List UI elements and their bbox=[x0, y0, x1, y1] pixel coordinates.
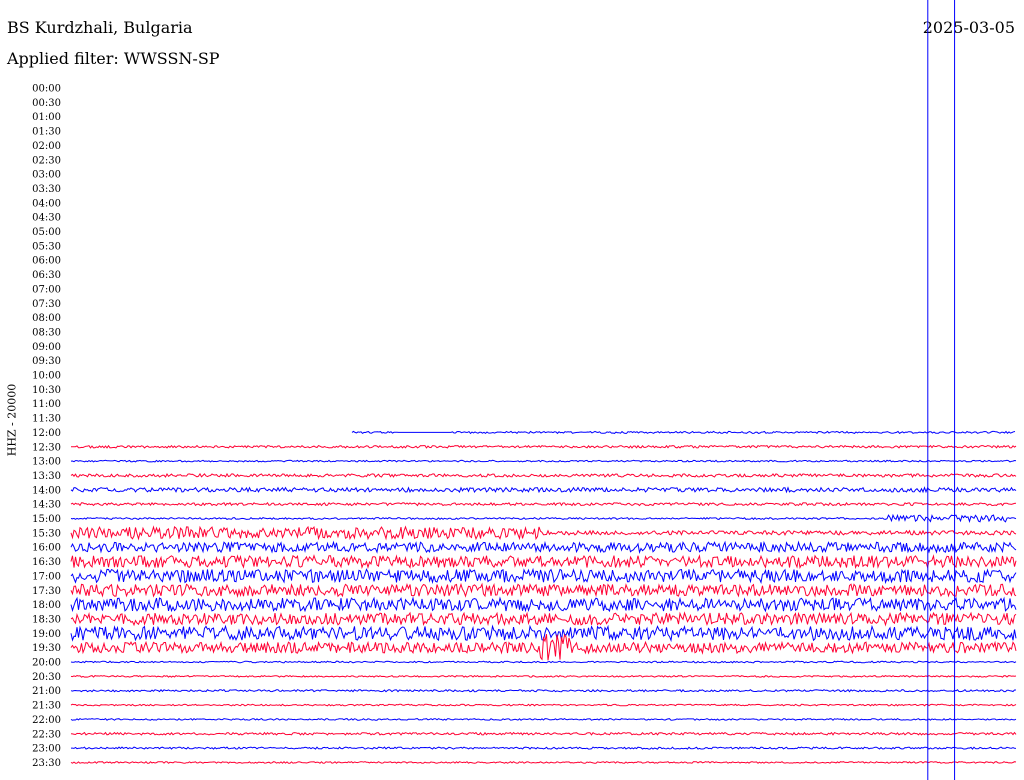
row-label: 12:00 bbox=[32, 428, 61, 439]
row-label: 06:00 bbox=[32, 256, 61, 267]
trace-18:00 bbox=[70, 596, 1017, 613]
row-label: 20:00 bbox=[32, 658, 61, 669]
row-label: 11:00 bbox=[32, 399, 61, 410]
row-label: 23:00 bbox=[32, 744, 61, 755]
trace-17:30 bbox=[70, 582, 1017, 598]
row-label: 07:30 bbox=[32, 299, 61, 310]
trace-14:30 bbox=[70, 501, 1017, 507]
row-label: 05:00 bbox=[32, 227, 61, 238]
trace-20:30 bbox=[70, 674, 1017, 678]
row-label: 10:30 bbox=[32, 385, 61, 396]
row-label: 23:30 bbox=[32, 758, 61, 769]
seismogram-plot: 00:00 00:30 01:00 01:30 02:00 02:30 03:00 03:30… bbox=[32, 0, 1017, 780]
trace-23:00 bbox=[71, 746, 1017, 750]
trace-13:30 bbox=[70, 472, 1017, 479]
row-label: 15:00 bbox=[32, 514, 61, 525]
row-label: 06:30 bbox=[32, 270, 61, 281]
trace-12:30 bbox=[71, 444, 1017, 449]
trace-18:30 bbox=[70, 611, 1017, 627]
row-label: 19:00 bbox=[32, 629, 61, 640]
trace-21:30 bbox=[70, 703, 1017, 707]
row-label: 20:30 bbox=[32, 672, 61, 683]
trace-13:00 bbox=[70, 459, 1017, 463]
row-labels: 00:00 00:30 01:00 01:30 02:00 02:30 03:00 03:30… bbox=[32, 84, 61, 769]
trace-22:30 bbox=[70, 731, 1017, 736]
row-label: 09:00 bbox=[32, 342, 61, 353]
row-label: 04:00 bbox=[32, 198, 61, 209]
row-label: 00:30 bbox=[32, 98, 61, 109]
row-label: 08:30 bbox=[32, 327, 61, 338]
row-label: 16:00 bbox=[32, 543, 61, 554]
row-label: 22:00 bbox=[32, 715, 61, 726]
trace-15:00 bbox=[70, 513, 1017, 524]
row-label: 07:00 bbox=[32, 284, 61, 295]
row-label: 14:30 bbox=[32, 500, 61, 511]
row-label: 01:00 bbox=[32, 112, 61, 123]
row-label: 13:30 bbox=[32, 471, 61, 482]
row-label: 04:30 bbox=[32, 213, 61, 224]
row-label: 09:30 bbox=[32, 356, 61, 367]
row-label: 11:30 bbox=[32, 414, 61, 425]
row-label: 02:30 bbox=[32, 155, 61, 166]
row-label: 12:30 bbox=[32, 442, 61, 453]
row-label: 17:00 bbox=[32, 571, 61, 582]
row-label: 03:30 bbox=[32, 184, 61, 195]
row-label: 21:00 bbox=[32, 686, 61, 697]
row-label: 18:00 bbox=[32, 600, 61, 611]
trace-22:00 bbox=[70, 717, 1017, 721]
trace-12:00 bbox=[351, 430, 1016, 435]
row-label: 08:00 bbox=[32, 313, 61, 324]
row-label: 13:00 bbox=[32, 457, 61, 468]
row-label: 14:00 bbox=[32, 485, 61, 496]
row-label: 15:30 bbox=[32, 528, 61, 539]
trace-14:00 bbox=[70, 486, 1017, 494]
row-label: 02:00 bbox=[32, 141, 61, 152]
trace-19:30 bbox=[70, 633, 1017, 661]
row-label: 18:30 bbox=[32, 614, 61, 625]
row-label: 17:30 bbox=[32, 586, 61, 597]
row-label: 19:30 bbox=[32, 643, 61, 654]
row-label: 00:00 bbox=[32, 84, 61, 95]
row-label: 22:30 bbox=[32, 729, 61, 740]
trace-16:00 bbox=[70, 540, 1017, 554]
row-label: 05:30 bbox=[32, 241, 61, 252]
trace-20:00 bbox=[70, 660, 1017, 664]
trace-16:30 bbox=[70, 554, 1017, 570]
trace-17:00 bbox=[70, 567, 1017, 585]
trace-15:30 bbox=[70, 525, 1017, 541]
trace-21:00 bbox=[70, 688, 1016, 693]
row-label: 03:00 bbox=[32, 170, 61, 181]
row-label: 21:30 bbox=[32, 701, 61, 712]
traces bbox=[70, 430, 1017, 764]
row-label: 16:30 bbox=[32, 557, 61, 568]
row-label: 10:00 bbox=[32, 371, 61, 382]
trace-23:30 bbox=[70, 761, 1017, 764]
row-label: 01:30 bbox=[32, 127, 61, 138]
